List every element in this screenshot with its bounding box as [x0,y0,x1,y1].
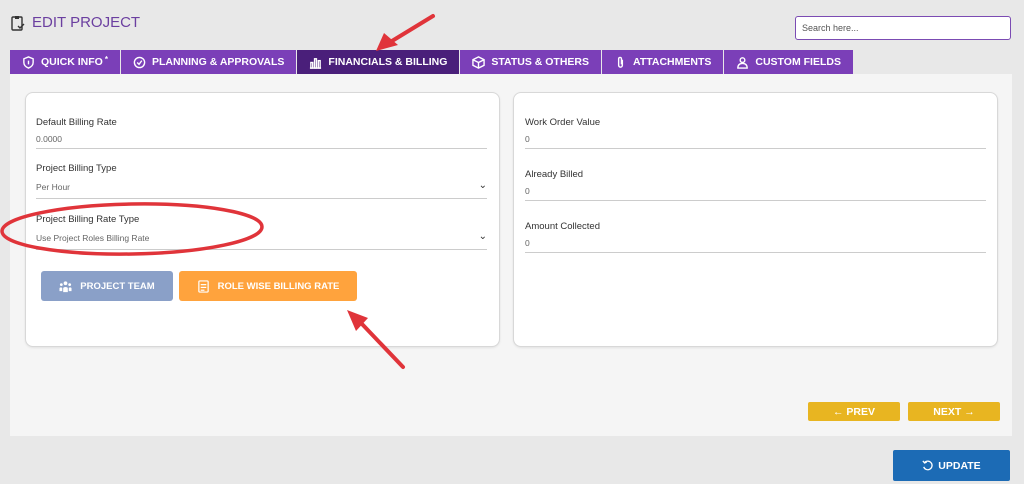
field-value: Per Hour [36,182,71,192]
tab-label: PLANNING & APPROVALS [151,56,285,68]
next-button[interactable]: NEXT → [908,402,1000,421]
billing-settings-card: Default Billing Rate 0.0000 Project Bill… [25,92,500,347]
paperclip-icon [617,56,624,68]
bar-chart-icon [310,57,322,69]
tab-quick-info[interactable]: QUICK INFO * [10,50,121,74]
project-team-button[interactable]: PROJECT TEAM [41,271,173,301]
prev-button[interactable]: ← PREV [808,402,900,421]
field-label: Already Billed [525,169,584,180]
chevron-down-icon: ⌄ [478,231,487,242]
team-icon [59,280,72,292]
tab-label: FINANCIALS & BILLING [328,56,448,68]
user-outline-icon [737,56,749,69]
field-value: 0 [525,238,986,253]
tab-status-others[interactable]: STATUS & OTHERS [460,50,603,74]
default-billing-rate-field[interactable]: Default Billing Rate 0.0000 [36,117,487,149]
project-billing-rate-type-select[interactable]: Project Billing Rate Type Use Project Ro… [36,214,487,250]
role-wise-billing-rate-button[interactable]: ROLE WISE BILLING RATE [179,271,357,301]
tab-label: CUSTOM FIELDS [755,56,841,68]
update-button[interactable]: UPDATE [893,450,1010,481]
field-label: Work Order Value [525,117,601,128]
tab-label: STATUS & OTHERS [491,56,590,68]
field-label: Project Billing Rate Type [36,214,140,225]
check-circle-icon [133,56,146,68]
billing-summary-card: Work Order Value 0 Already Billed 0 Amou… [513,92,998,347]
amount-collected-field[interactable]: Amount Collected 0 [525,221,986,253]
page-title-text: EDIT PROJECT [32,14,141,31]
page-title: EDIT PROJECT [10,14,140,31]
tab-content-panel: Default Billing Rate 0.0000 Project Bill… [10,74,1012,436]
field-label: Amount Collected [525,221,600,232]
box-icon [472,55,486,69]
info-shield-icon [23,55,34,69]
field-value: Use Project Roles Billing Rate [36,233,150,243]
field-value: 0 [525,186,986,201]
tab-custom-fields[interactable]: CUSTOM FIELDS [724,50,854,74]
tab-label: ATTACHMENTS [633,56,712,68]
chevron-down-icon: ⌄ [478,180,487,191]
field-label: Default Billing Rate [36,117,117,128]
field-value-wrap: Per Hour ⌄ [36,180,487,199]
tab-label: QUICK INFO [41,56,103,68]
already-billed-field[interactable]: Already Billed 0 [525,169,986,201]
document-list-icon [197,279,209,293]
project-billing-type-select[interactable]: Project Billing Type Per Hour ⌄ [36,163,487,199]
field-value-wrap: Use Project Roles Billing Rate ⌄ [36,231,487,250]
tab-planning-approvals[interactable]: PLANNING & APPROVALS [120,50,298,74]
work-order-value-field[interactable]: Work Order Value 0 [525,117,986,149]
button-label: PROJECT TEAM [80,280,155,292]
refresh-icon [922,459,933,470]
button-label: ROLE WISE BILLING RATE [217,280,340,292]
tab-bar: QUICK INFO * PLANNING & APPROVALS FINANC… [10,50,854,74]
required-marker: * [104,54,108,64]
tab-attachments[interactable]: ATTACHMENTS [602,50,725,74]
field-label: Project Billing Type [36,163,117,174]
annotation-arrow-top [376,14,435,51]
field-value: 0 [525,134,986,149]
tab-financials-billing[interactable]: FINANCIALS & BILLING [297,50,461,74]
button-label: UPDATE [938,459,981,472]
search-input[interactable] [795,16,1011,40]
field-value: 0.0000 [36,134,487,149]
clipboard-check-icon [11,15,25,31]
